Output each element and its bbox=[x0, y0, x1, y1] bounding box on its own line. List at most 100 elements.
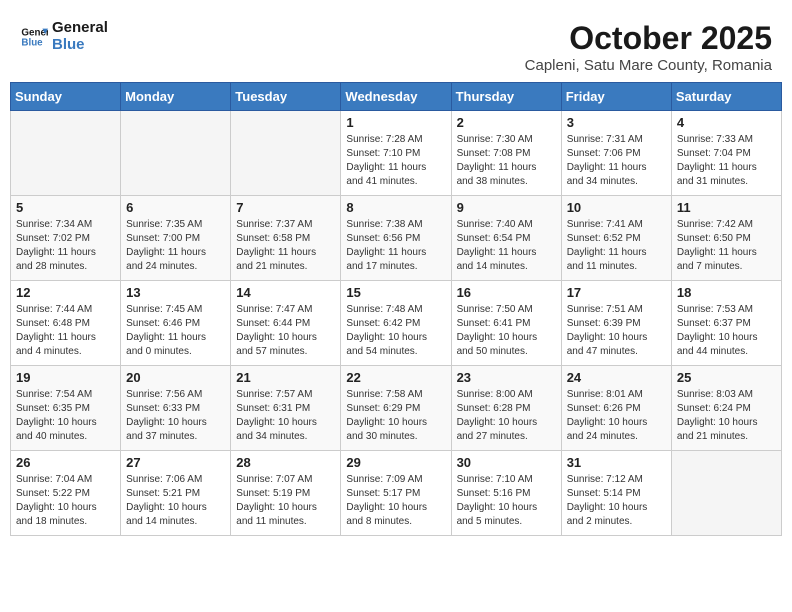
day-info: Sunrise: 7:58 AMSunset: 6:29 PMDaylight:… bbox=[346, 388, 445, 444]
calendar-cell: 26Sunrise: 7:04 AMSunset: 5:22 PMDayligh… bbox=[11, 451, 121, 536]
weekday-tuesday: Tuesday bbox=[231, 83, 341, 111]
calendar-cell: 27 Sunrise: 7:06 AMSunset: 5:21 PMDayligh… bbox=[121, 451, 231, 536]
calendar-cell bbox=[671, 451, 781, 536]
weekday-thursday: Thursday bbox=[451, 83, 561, 111]
calendar-cell: 6 Sunrise: 7:35 AMSunset: 7:00 PMDaylight… bbox=[121, 196, 231, 281]
day-number: 23 bbox=[457, 370, 556, 385]
calendar-cell: 4Sunrise: 7:33 AMSunset: 7:04 PMDaylight… bbox=[671, 111, 781, 196]
day-info: Sunrise: 7:38 AMSunset: 6:56 PMDaylight:… bbox=[346, 218, 445, 274]
day-number: 29 bbox=[346, 455, 445, 470]
calendar-cell: 9 Sunrise: 7:40 AMSunset: 6:54 PMDaylight… bbox=[451, 196, 561, 281]
svg-text:Blue: Blue bbox=[21, 37, 43, 48]
calendar-cell: 20 Sunrise: 7:56 AMSunset: 6:33 PMDayligh… bbox=[121, 366, 231, 451]
day-number: 25 bbox=[677, 370, 776, 385]
calendar-cell bbox=[231, 111, 341, 196]
day-number: 11 bbox=[677, 200, 776, 215]
day-info: Sunrise: 8:03 AMSunset: 6:24 PMDaylight:… bbox=[677, 388, 776, 444]
day-number: 30 bbox=[457, 455, 556, 470]
day-number: 14 bbox=[236, 285, 335, 300]
day-info: Sunrise: 7:42 AMSunset: 6:50 PMDaylight:… bbox=[677, 218, 776, 274]
day-info: Sunrise: 7:41 AMSunset: 6:52 PMDaylight:… bbox=[567, 218, 666, 274]
day-number: 6 bbox=[126, 200, 225, 215]
day-number: 28 bbox=[236, 455, 335, 470]
day-info: Sunrise: 7:47 AMSunset: 6:44 PMDaylight:… bbox=[236, 303, 335, 359]
day-info: Sunrise: 7:34 AMSunset: 7:02 PMDaylight:… bbox=[16, 218, 115, 274]
day-info: Sunrise: 8:01 AMSunset: 6:26 PMDaylight:… bbox=[567, 388, 666, 444]
calendar-week-2: 5 Sunrise: 7:34 AMSunset: 7:02 PMDaylight… bbox=[11, 196, 782, 281]
day-info: Sunrise: 7:04 AMSunset: 5:22 PMDaylight:… bbox=[16, 473, 115, 529]
day-number: 22 bbox=[346, 370, 445, 385]
calendar-week-1: 1Sunrise: 7:28 AMSunset: 7:10 PMDaylight… bbox=[11, 111, 782, 196]
calendar-cell: 3 Sunrise: 7:31 AMSunset: 7:06 PMDaylight… bbox=[561, 111, 671, 196]
day-info: Sunrise: 7:30 AMSunset: 7:08 PMDaylight:… bbox=[457, 133, 556, 189]
calendar-table: SundayMondayTuesdayWednesdayThursdayFrid… bbox=[10, 82, 782, 536]
day-number: 27 bbox=[126, 455, 225, 470]
day-info: Sunrise: 7:40 AMSunset: 6:54 PMDaylight:… bbox=[457, 218, 556, 274]
calendar-week-4: 19 Sunrise: 7:54 AMSunset: 6:35 PMDayligh… bbox=[11, 366, 782, 451]
day-number: 3 bbox=[567, 115, 666, 130]
day-number: 21 bbox=[236, 370, 335, 385]
calendar-cell: 5 Sunrise: 7:34 AMSunset: 7:02 PMDaylight… bbox=[11, 196, 121, 281]
day-info: Sunrise: 7:06 AMSunset: 5:21 PMDaylight:… bbox=[126, 473, 225, 529]
day-number: 31 bbox=[567, 455, 666, 470]
calendar-cell: 2 Sunrise: 7:30 AMSunset: 7:08 PMDaylight… bbox=[451, 111, 561, 196]
calendar-cell: 16Sunrise: 7:50 AMSunset: 6:41 PMDayligh… bbox=[451, 281, 561, 366]
day-info: Sunrise: 7:35 AMSunset: 7:00 PMDaylight:… bbox=[126, 218, 225, 274]
day-number: 18 bbox=[677, 285, 776, 300]
day-number: 2 bbox=[457, 115, 556, 130]
day-number: 7 bbox=[236, 200, 335, 215]
day-info: Sunrise: 7:50 AMSunset: 6:41 PMDaylight:… bbox=[457, 303, 556, 359]
calendar-cell bbox=[11, 111, 121, 196]
location-subtitle: Capleni, Satu Mare County, Romania bbox=[525, 57, 772, 74]
day-number: 20 bbox=[126, 370, 225, 385]
day-number: 17 bbox=[567, 285, 666, 300]
calendar-cell: 22 Sunrise: 7:58 AMSunset: 6:29 PMDayligh… bbox=[341, 366, 451, 451]
day-info: Sunrise: 8:00 AMSunset: 6:28 PMDaylight:… bbox=[457, 388, 556, 444]
calendar-cell: 15 Sunrise: 7:48 AMSunset: 6:42 PMDayligh… bbox=[341, 281, 451, 366]
day-info: Sunrise: 7:53 AMSunset: 6:37 PMDaylight:… bbox=[677, 303, 776, 359]
day-info: Sunrise: 7:33 AMSunset: 7:04 PMDaylight:… bbox=[677, 133, 776, 189]
calendar-cell: 31Sunrise: 7:12 AMSunset: 5:14 PMDayligh… bbox=[561, 451, 671, 536]
day-info: Sunrise: 7:56 AMSunset: 6:33 PMDaylight:… bbox=[126, 388, 225, 444]
weekday-monday: Monday bbox=[121, 83, 231, 111]
calendar-cell: 25 Sunrise: 8:03 AMSunset: 6:24 PMDayligh… bbox=[671, 366, 781, 451]
day-number: 24 bbox=[567, 370, 666, 385]
day-number: 19 bbox=[16, 370, 115, 385]
calendar-cell: 23 Sunrise: 8:00 AMSunset: 6:28 PMDayligh… bbox=[451, 366, 561, 451]
logo-general: General bbox=[52, 20, 108, 37]
logo: General Blue General Blue bbox=[20, 20, 108, 53]
day-info: Sunrise: 7:45 AMSunset: 6:46 PMDaylight:… bbox=[126, 303, 225, 359]
day-info: Sunrise: 7:07 AMSunset: 5:19 PMDaylight:… bbox=[236, 473, 335, 529]
month-title: October 2025 bbox=[525, 20, 772, 57]
calendar-cell: 13Sunrise: 7:45 AMSunset: 6:46 PMDayligh… bbox=[121, 281, 231, 366]
calendar-week-3: 12 Sunrise: 7:44 AMSunset: 6:48 PMDayligh… bbox=[11, 281, 782, 366]
day-number: 5 bbox=[16, 200, 115, 215]
day-number: 12 bbox=[16, 285, 115, 300]
day-info: Sunrise: 7:51 AMSunset: 6:39 PMDaylight:… bbox=[567, 303, 666, 359]
calendar-cell: 28 Sunrise: 7:07 AMSunset: 5:19 PMDayligh… bbox=[231, 451, 341, 536]
calendar-cell: 19 Sunrise: 7:54 AMSunset: 6:35 PMDayligh… bbox=[11, 366, 121, 451]
day-info: Sunrise: 7:10 AMSunset: 5:16 PMDaylight:… bbox=[457, 473, 556, 529]
day-info: Sunrise: 7:31 AMSunset: 7:06 PMDaylight:… bbox=[567, 133, 666, 189]
calendar-cell: 24 Sunrise: 8:01 AMSunset: 6:26 PMDayligh… bbox=[561, 366, 671, 451]
day-info: Sunrise: 7:48 AMSunset: 6:42 PMDaylight:… bbox=[346, 303, 445, 359]
calendar-cell: 14 Sunrise: 7:47 AMSunset: 6:44 PMDayligh… bbox=[231, 281, 341, 366]
weekday-wednesday: Wednesday bbox=[341, 83, 451, 111]
day-number: 8 bbox=[346, 200, 445, 215]
day-info: Sunrise: 7:09 AMSunset: 5:17 PMDaylight:… bbox=[346, 473, 445, 529]
calendar-cell: 10Sunrise: 7:41 AMSunset: 6:52 PMDayligh… bbox=[561, 196, 671, 281]
logo-blue: Blue bbox=[52, 37, 108, 54]
day-number: 9 bbox=[457, 200, 556, 215]
day-info: Sunrise: 7:44 AMSunset: 6:48 PMDaylight:… bbox=[16, 303, 115, 359]
day-info: Sunrise: 7:54 AMSunset: 6:35 PMDaylight:… bbox=[16, 388, 115, 444]
day-number: 15 bbox=[346, 285, 445, 300]
calendar-cell: 1Sunrise: 7:28 AMSunset: 7:10 PMDaylight… bbox=[341, 111, 451, 196]
day-info: Sunrise: 7:37 AMSunset: 6:58 PMDaylight:… bbox=[236, 218, 335, 274]
calendar-week-5: 26Sunrise: 7:04 AMSunset: 5:22 PMDayligh… bbox=[11, 451, 782, 536]
calendar-cell: 29 Sunrise: 7:09 AMSunset: 5:17 PMDayligh… bbox=[341, 451, 451, 536]
page-header: General Blue General Blue October 2025 C… bbox=[10, 10, 782, 82]
logo-icon: General Blue bbox=[20, 23, 48, 51]
day-number: 1 bbox=[346, 115, 445, 130]
calendar-body: 1Sunrise: 7:28 AMSunset: 7:10 PMDaylight… bbox=[11, 111, 782, 536]
calendar-cell: 7 Sunrise: 7:37 AMSunset: 6:58 PMDaylight… bbox=[231, 196, 341, 281]
